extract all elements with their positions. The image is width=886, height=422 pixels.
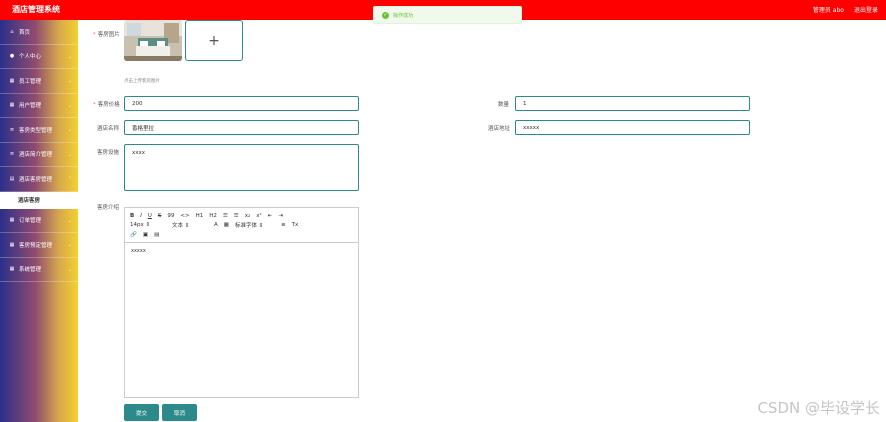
grid-icon: ▦: [9, 241, 15, 248]
list-icon: ≡: [9, 151, 15, 158]
sidebar-item-system[interactable]: ▦ 系统管理 ⌄: [0, 258, 78, 282]
chevron-up-icon: ⌃: [67, 176, 72, 182]
toast-message: 操作成功: [393, 12, 414, 19]
hotel-name-input[interactable]: 香格里拉: [124, 120, 359, 135]
editor-content[interactable]: xxxxx: [125, 243, 358, 259]
image-icon[interactable]: ▣: [143, 232, 148, 238]
ordered-list-button[interactable]: ☰: [223, 213, 228, 219]
toolbar-row-3: 🔗 ▣ ▤: [130, 230, 353, 240]
app-title: 酒店管理系统: [12, 5, 60, 14]
chevron-down-icon: ⌄: [67, 78, 72, 84]
indent-button[interactable]: ⇥: [278, 213, 283, 219]
sidebar-item-orders[interactable]: ▦ 订单管理 ⌄: [0, 209, 78, 233]
subscript-button[interactable]: x₂: [245, 213, 250, 219]
upload-hint: 点击上传客房图片: [124, 79, 160, 84]
chevron-down-icon: ⌄: [67, 53, 72, 60]
grid-icon: ▦: [9, 102, 15, 109]
font-size-select[interactable]: 14px ⇕: [130, 222, 166, 228]
intro-label: 客房介绍: [97, 205, 120, 211]
link-icon[interactable]: 🔗: [130, 232, 137, 238]
sidebar-item-home[interactable]: ⌂ 首页: [0, 20, 78, 45]
check-icon: ✓: [382, 11, 389, 19]
room-image-label: * 客房图片: [93, 32, 120, 38]
sidebar-item-room-types[interactable]: ≡ 客房类型管理 ⌄: [0, 118, 78, 143]
grid-icon: ▦: [9, 266, 15, 273]
grid-icon: ▦: [9, 77, 15, 84]
logout-button[interactable]: 退出登录: [854, 5, 878, 14]
sidebar-item-label: 客房类型管理: [19, 127, 53, 134]
sidebar-item-label: 首页: [19, 29, 31, 36]
chevron-down-icon: ⌄: [67, 127, 72, 133]
room-price-label: * 客房价格: [93, 102, 120, 108]
sidebar-item-hotel-intro[interactable]: ≡ 酒店简介管理 ⌄: [0, 143, 78, 167]
cancel-button[interactable]: 取消: [162, 404, 197, 421]
home-icon: ⌂: [10, 28, 14, 35]
superscript-button[interactable]: x²: [256, 213, 261, 219]
rich-text-editor: B I U S 99 <> H1 H2 ☰ ☰ x₂ x² ⇤ ⇥ 14px ⇕…: [124, 207, 359, 398]
chevron-down-icon: ⌄: [67, 242, 72, 248]
success-toast: ✓ 操作成功: [373, 6, 522, 24]
quantity-label: 数量: [498, 102, 510, 108]
sidebar-subitem-hotel-room[interactable]: 酒店客房: [0, 191, 78, 209]
plus-icon: +: [208, 32, 220, 49]
upload-image-button[interactable]: +: [185, 20, 243, 61]
room-price-input[interactable]: 200: [124, 96, 359, 111]
sidebar-item-hotel-rooms[interactable]: ▤ 酒店客房管理 ⌃: [0, 167, 78, 192]
sidebar-item-staff[interactable]: ▦ 员工管理 ⌄: [0, 69, 78, 94]
sidebar-item-label: 个人中心: [19, 54, 42, 61]
italic-button[interactable]: I: [140, 213, 142, 219]
list-icon: ≡: [9, 126, 15, 133]
video-icon[interactable]: ▤: [154, 232, 159, 238]
chevron-down-icon: ⌄: [67, 151, 72, 158]
app-root: 酒店管理系统 管理员 abo 退出登录 ✓ 操作成功 ⌂ 首页 ● 个人中心 ⌄…: [0, 0, 886, 422]
user-icon: ●: [9, 53, 15, 60]
chevron-down-icon: ⌄: [67, 102, 72, 109]
underline-button[interactable]: U: [148, 213, 152, 219]
sidebar-item-label: 员工管理: [19, 78, 42, 85]
facilities-textarea[interactable]: xxxx: [124, 144, 359, 191]
sidebar-item-label: 系统管理: [19, 267, 42, 274]
admin-user-label[interactable]: 管理员 abo: [813, 5, 844, 14]
hotel-name-label: 酒店名称: [97, 126, 120, 132]
bold-button[interactable]: B: [130, 213, 134, 219]
clear-format-button[interactable]: Tx: [292, 222, 299, 228]
room-photo-image: [124, 20, 182, 61]
calendar-icon: ▤: [9, 175, 15, 182]
header-actions: 管理员 abo 退出登录: [813, 5, 878, 14]
sidebar-item-label: 订单管理: [19, 218, 42, 225]
sidebar-item-label: 酒店简介管理: [19, 152, 53, 159]
hotel-address-input[interactable]: xxxxx: [515, 120, 750, 135]
hotel-address-label: 酒店地址: [488, 126, 511, 132]
sidebar-item-label: 客房预定管理: [19, 242, 53, 249]
align-button[interactable]: ≡: [281, 222, 286, 228]
toolbar-row-2: 14px ⇕ 文本 ⇕ A ▦ 标准字体 ⇕ ≡ Tx: [130, 221, 353, 231]
chevron-down-icon: ⌄: [67, 266, 72, 273]
quantity-input[interactable]: 1: [515, 96, 750, 111]
sidebar: ⌂ 首页 ● 个人中心 ⌄ ▦ 员工管理 ⌄ ▦ 用户管理 ⌄ ≡ 客房类型管理…: [0, 20, 78, 422]
grid-icon: ▦: [9, 217, 15, 224]
facilities-label: 客房设施: [97, 150, 120, 156]
submit-button[interactable]: 提交: [124, 404, 159, 421]
h2-button[interactable]: H2: [209, 213, 217, 219]
background-color-button[interactable]: ▦: [224, 222, 229, 228]
font-family-select[interactable]: 标准字体 ⇕: [235, 221, 275, 229]
strike-button[interactable]: S: [158, 213, 162, 219]
quote-button[interactable]: 99: [167, 213, 174, 219]
h1-button[interactable]: H1: [196, 213, 204, 219]
sidebar-item-personal-center[interactable]: ● 个人中心 ⌄: [0, 45, 78, 69]
sidebar-item-label: 用户管理: [19, 103, 42, 110]
outdent-button[interactable]: ⇤: [268, 213, 273, 219]
sidebar-item-users[interactable]: ▦ 用户管理 ⌄: [0, 94, 78, 118]
code-button[interactable]: <>: [180, 213, 189, 219]
watermark: CSDN @毕设学长: [757, 399, 880, 417]
editor-toolbar: B I U S 99 <> H1 H2 ☰ ☰ x₂ x² ⇤ ⇥ 14px ⇕…: [125, 208, 358, 243]
font-color-button[interactable]: A: [214, 222, 218, 228]
toolbar-row-1: B I U S 99 <> H1 H2 ☰ ☰ x₂ x² ⇤ ⇥: [130, 211, 353, 221]
room-image-thumbnail[interactable]: [124, 20, 182, 61]
sidebar-item-label: 酒店客房管理: [19, 176, 53, 183]
block-type-select[interactable]: 文本 ⇕: [172, 221, 208, 229]
bullet-list-button[interactable]: ☰: [234, 213, 239, 219]
sidebar-item-bookings[interactable]: ▦ 客房预定管理 ⌄: [0, 233, 78, 258]
chevron-down-icon: ⌄: [67, 217, 72, 224]
